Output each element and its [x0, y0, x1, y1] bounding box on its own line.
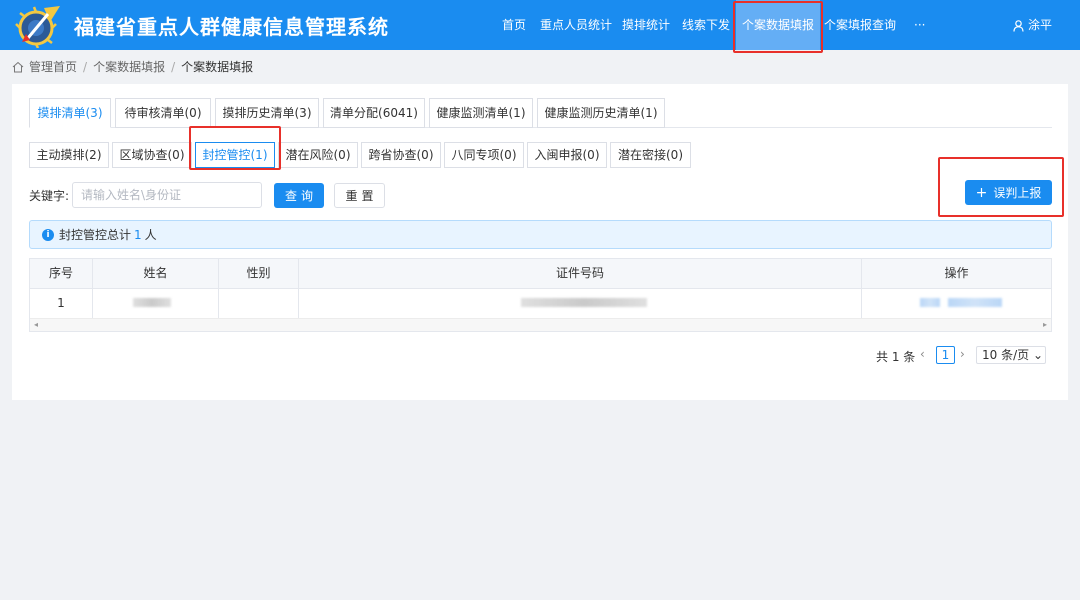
breadcrumb-level1[interactable]: 个案数据填报	[93, 60, 165, 74]
nav-screening-stats[interactable]: 摸排统计	[622, 0, 670, 50]
tab-health-monitor[interactable]: 健康监测清单(1)	[429, 98, 533, 128]
cell-gender-redacted	[219, 289, 299, 318]
column-header-id-number: 证件号码	[299, 259, 862, 288]
breadcrumb: 管理首页 / 个案数据填报 / 个案数据填报	[12, 58, 253, 76]
cell-actions-redacted[interactable]	[862, 289, 1051, 318]
page-size-select[interactable]: 10 条/页 ⌄	[976, 346, 1046, 364]
page-number-current[interactable]: 1	[936, 346, 955, 364]
highlight-report-button	[938, 157, 1064, 217]
column-header-gender: 性别	[219, 259, 299, 288]
cell-id-number-redacted	[299, 289, 862, 318]
page-size-value: 10 条/页	[982, 348, 1030, 362]
column-header-actions: 操作	[944, 266, 969, 280]
horizontal-scrollbar[interactable]: ◂ ▸	[30, 318, 1051, 331]
nav-key-person-stats[interactable]: 重点人员统计	[540, 0, 612, 50]
cell-name-redacted	[93, 289, 219, 318]
summary-count: 1	[134, 228, 142, 242]
user-menu[interactable]: 涂平	[1013, 0, 1052, 50]
breadcrumb-current: 个案数据填报	[181, 60, 254, 74]
reset-button[interactable]: 重置	[334, 183, 385, 208]
highlight-nav-case-entry	[733, 1, 823, 53]
breadcrumb-separator: /	[83, 60, 88, 74]
tab-potential-close-contact[interactable]: 潜在密接(0)	[610, 142, 691, 168]
tab-eight-same-special[interactable]: 八同专项(0)	[444, 142, 524, 168]
tab-cross-province-assist[interactable]: 跨省协查(0)	[361, 142, 441, 168]
system-logo-icon	[15, 6, 60, 48]
user-name: 涂平	[1028, 18, 1053, 32]
next-page-icon[interactable]: ›	[960, 347, 965, 361]
tab-pending-review[interactable]: 待审核清单(0)	[115, 98, 211, 128]
scroll-left-icon[interactable]: ◂	[34, 319, 38, 331]
breadcrumb-home[interactable]: 管理首页	[29, 60, 77, 74]
scroll-right-icon[interactable]: ▸	[1043, 319, 1047, 331]
user-icon	[1013, 19, 1024, 32]
tab-screening-history[interactable]: 摸排历史清单(3)	[215, 98, 319, 128]
cell-index: 1	[30, 289, 93, 318]
info-icon: i	[42, 229, 54, 241]
chevron-down-icon: ⌄	[1032, 348, 1044, 362]
prev-page-icon[interactable]: ‹	[920, 347, 925, 361]
tab-potential-risk[interactable]: 潜在风险(0)	[278, 142, 358, 168]
data-table: 序号 姓名 性别 证件号码 操作 1 ◂ ▸	[29, 258, 1052, 332]
tab-fujian-entry-declare[interactable]: 入闽申报(0)	[527, 142, 607, 168]
tab-regional-assist[interactable]: 区域协查(0)	[112, 142, 192, 168]
nav-case-entry-query[interactable]: 个案填报查询	[824, 0, 896, 50]
content-panel: 摸排清单(3) 待审核清单(0) 摸排历史清单(3) 清单分配(6041) 健康…	[12, 84, 1068, 400]
home-icon	[12, 61, 24, 73]
nav-home[interactable]: 首页	[502, 0, 526, 50]
app-title: 福建省重点人群健康信息管理系统	[74, 15, 389, 39]
breadcrumb-separator: /	[171, 60, 176, 74]
keyword-label: 关键字:	[29, 189, 70, 203]
column-header-index: 序号	[30, 259, 93, 288]
top-header: 福建省重点人群健康信息管理系统 首页 重点人员统计 摸排统计 线索下发 个案数据…	[0, 0, 1080, 50]
tab-active-screening[interactable]: 主动摸排(2)	[29, 142, 109, 168]
summary-suffix: 人	[144, 228, 157, 242]
pagination-total: 共 1 条	[876, 350, 916, 364]
query-button[interactable]: 查询	[274, 183, 324, 208]
column-header-name: 姓名	[93, 259, 219, 288]
tab-screening-list[interactable]: 摸排清单(3)	[29, 98, 111, 128]
tab-health-monitor-history[interactable]: 健康监测历史清单(1)	[537, 98, 665, 128]
table-header: 序号 姓名 性别 证件号码 操作	[30, 259, 1051, 289]
summary-alert: i 封控管控总计 1 人	[29, 220, 1052, 249]
primary-tabs: 摸排清单(3) 待审核清单(0) 摸排历史清单(3) 清单分配(6041) 健康…	[29, 98, 1052, 128]
tab-list-allocation[interactable]: 清单分配(6041)	[323, 98, 425, 128]
summary-prefix: 封控管控总计	[59, 228, 132, 242]
highlight-lockdown-tab	[189, 126, 281, 170]
keyword-input[interactable]	[72, 182, 262, 208]
summary-text: 封控管控总计 1 人	[59, 227, 157, 243]
table-row: 1	[30, 289, 1051, 318]
nav-more[interactable]: ···	[914, 0, 925, 50]
nav-clue-dispatch[interactable]: 线索下发	[682, 0, 730, 50]
